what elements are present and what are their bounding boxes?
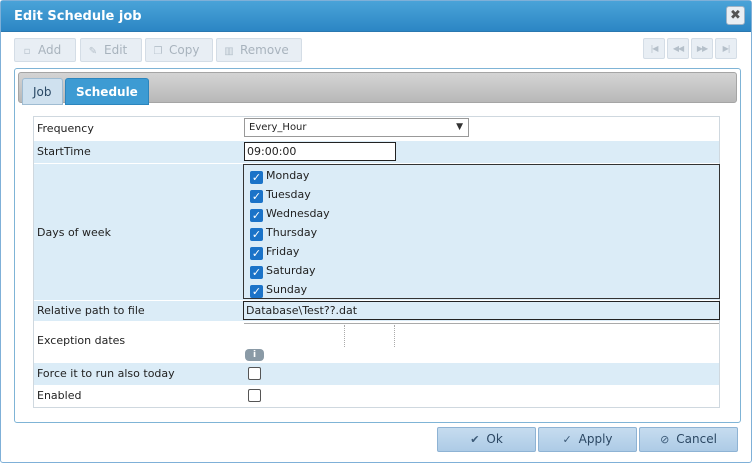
edit-button[interactable]: ✎ Edit [80,38,142,62]
enabled-checkbox[interactable] [248,389,261,402]
list-divider [394,325,395,347]
day-monday[interactable]: ✓ Monday [250,168,309,184]
first-record-button[interactable]: |◀ [643,38,665,59]
path-row: Relative path to file Database\Test??.da… [34,301,720,321]
trash-icon: ▥ [224,46,234,57]
exception-dates-label: Exception dates [37,334,126,347]
remove-button[interactable]: ▥ Remove [216,38,302,62]
copy-icon: ❐ [153,46,163,57]
checkbox-checked-icon: ✓ [250,171,263,184]
checkbox-checked-icon: ✓ [250,266,263,279]
tab-panel: Job Schedule Frequency Every_Hour ▼ Star… [14,68,741,423]
day-saturday[interactable]: ✓ Saturday [250,263,316,279]
checkbox-checked-icon: ✓ [250,285,263,298]
close-icon: ✖ [730,8,741,23]
checkbox-checked-icon: ✓ [250,190,263,203]
previous-record-button[interactable]: ◀◀ [667,38,689,59]
starttime-label: StartTime [37,145,91,158]
last-icon: ▶| [722,44,731,53]
check-circle-icon: ✔ [470,433,480,446]
enabled-label: Enabled [37,389,82,402]
info-icon[interactable]: i [245,349,264,361]
tab-job[interactable]: Job [22,78,63,105]
enabled-row: Enabled [34,385,719,407]
checkbox-checked-icon: ✓ [250,209,263,222]
last-record-button[interactable]: ▶| [715,38,737,59]
force-run-row: Force it to run also today [34,363,719,385]
copy-button[interactable]: ❐ Copy [145,38,213,62]
path-label: Relative path to file [37,304,145,317]
starttime-input[interactable]: 09:00:00 [244,142,396,161]
day-tuesday[interactable]: ✓ Tuesday [250,187,311,203]
pencil-icon: ✎ [88,46,98,57]
starttime-row: StartTime 09:00:00 [34,141,719,163]
day-thursday[interactable]: ✓ Thursday [250,225,317,241]
checkmark-icon: ✓ [562,433,572,446]
edit-schedule-dialog: Edit Schedule job ✖ ▫ Add ✎ Edit ❐ Copy ▥ Re… [0,0,752,463]
frequency-row: Frequency Every_Hour ▼ [34,117,719,141]
path-input[interactable]: Database\Test??.dat [243,301,720,320]
force-run-checkbox[interactable] [248,367,261,380]
cancel-button[interactable]: ⊘ Cancel [639,427,738,452]
exception-dates-row: Exception dates i [34,321,719,363]
frequency-label: Frequency [37,122,94,135]
tab-schedule[interactable]: Schedule [65,78,149,105]
add-button[interactable]: ▫ Add [14,38,76,62]
checkbox-checked-icon: ✓ [250,247,263,260]
next-record-button[interactable]: ▶▶ [691,38,713,59]
ok-button[interactable]: ✔ Ok [437,427,536,452]
previous-icon: ◀◀ [672,44,684,53]
apply-button[interactable]: ✓ Apply [538,427,637,452]
force-run-label: Force it to run also today [37,367,175,380]
dialog-title: Edit Schedule job [14,9,142,24]
cancel-circle-icon: ⊘ [660,433,670,446]
first-icon: |◀ [650,44,659,53]
days-of-week-row: Days of week ✓ Monday ✓ Tuesday ✓ Wednesday… [34,164,720,300]
list-divider [344,325,345,347]
checkbox-checked-icon: ✓ [250,228,263,241]
frequency-select[interactable]: Every_Hour ▼ [244,118,469,137]
day-sunday[interactable]: ✓ Sunday [250,282,307,298]
day-friday[interactable]: ✓ Friday [250,244,299,260]
chevron-down-icon: ▼ [456,122,463,132]
days-of-week-label: Days of week [37,226,111,239]
add-icon: ▫ [23,46,31,57]
schedule-form: Frequency Every_Hour ▼ StartTime 09:00:0… [33,116,720,408]
frequency-value: Every_Hour [249,122,307,133]
next-icon: ▶▶ [696,44,708,53]
title-bar: Edit Schedule job ✖ [1,1,751,32]
days-of-week-list: ✓ Monday ✓ Tuesday ✓ Wednesday ✓ Thursday ✓ F… [243,164,720,299]
tab-bar: Job Schedule [18,72,737,105]
close-button[interactable]: ✖ [726,6,745,25]
day-wednesday[interactable]: ✓ Wednesday [250,206,330,222]
exception-dates-list[interactable] [244,323,719,325]
